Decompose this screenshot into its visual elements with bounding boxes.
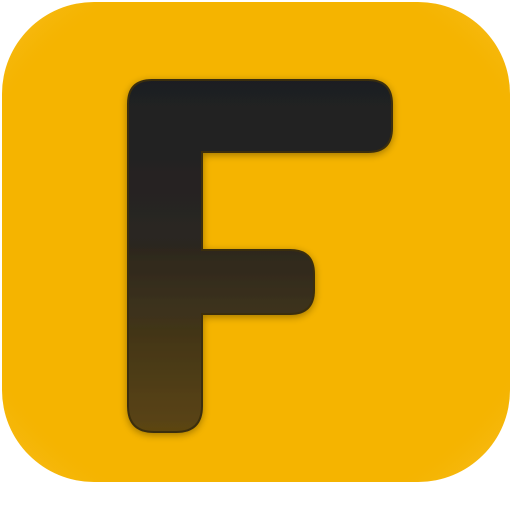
icon-tile-glow [2,2,510,482]
f-app-icon [2,2,510,482]
icon-canvas: F [0,0,512,512]
